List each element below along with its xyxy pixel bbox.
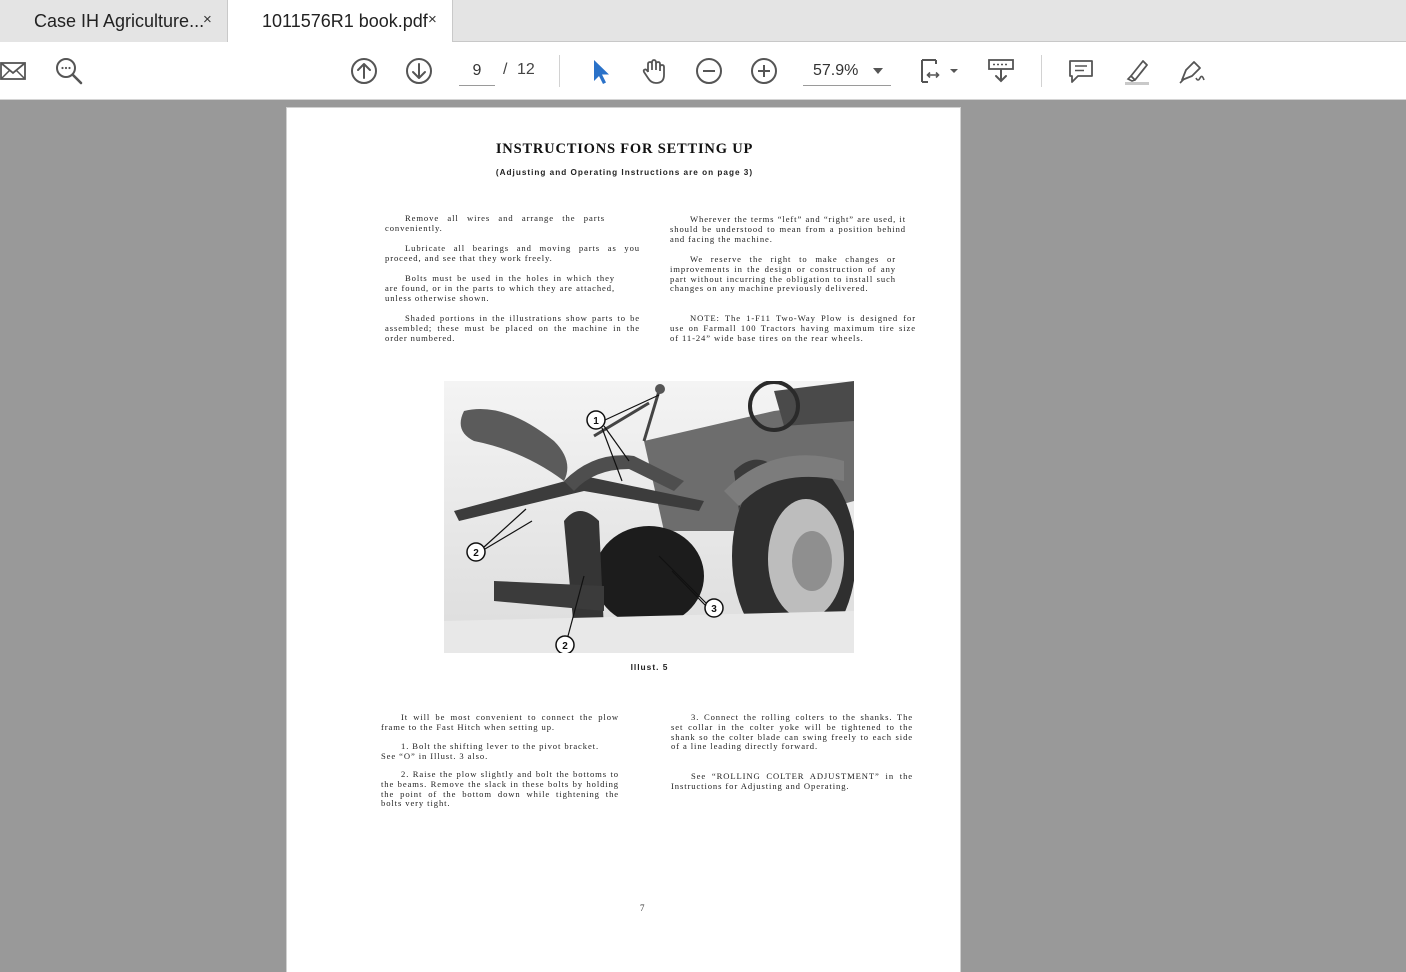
paragraph: See “ROLLING COLTER ADJUSTMENT” in the I… [671,771,913,791]
page-number-input[interactable]: 9 [459,58,495,86]
tab-label: Case IH Agriculture... [34,10,205,31]
page-total: 12 [517,61,535,78]
paragraph: Wherever the terms “left” and “right” ar… [670,214,906,244]
page-separator: / [503,61,508,78]
close-tab-icon[interactable]: × [428,11,437,28]
zoom-out-icon[interactable] [692,54,726,88]
paragraph: Lubricate all bearings and moving parts … [385,243,640,263]
zoom-value: 57.9% [813,62,859,79]
tab-case-ih[interactable]: Case IH Agriculture... × [0,0,228,42]
toolbar-divider [559,55,560,87]
paragraph: Shaded portions in the illustrations sho… [385,313,640,343]
highlight-icon[interactable] [1120,54,1154,88]
svg-text:1: 1 [593,416,599,427]
paragraph: 3. Connect the rolling colters to the sh… [671,712,913,752]
fit-page-icon[interactable] [914,54,962,88]
sign-icon[interactable] [1174,54,1208,88]
pdf-toolbar: 9 / 12 57.9% [0,42,1406,100]
page-number: 7 [640,903,645,913]
toolbar-divider [1041,55,1042,87]
svg-text:2: 2 [473,548,479,559]
tab-label: 1011576R1 book.pdf [262,11,428,31]
mail-icon[interactable] [0,54,30,88]
paragraph: It will be most convenient to connect th… [381,712,619,732]
zoom-in-icon[interactable] [747,54,781,88]
paragraph: We reserve the right to make changes or … [670,254,896,294]
tab-pdf-book[interactable]: 1011576R1 book.pdf × [228,0,453,43]
svg-text:2: 2 [562,641,568,652]
prev-page-icon[interactable] [347,54,381,88]
zoom-select[interactable]: 57.9% [803,58,891,86]
svg-text:3: 3 [711,604,717,615]
page-title: INSTRUCTIONS FOR SETTING UP [495,141,754,157]
search-icon[interactable] [52,54,86,88]
page-subtitle: (Adjusting and Operating Instructions ar… [495,168,754,177]
scroll-mode-icon[interactable] [984,54,1018,88]
illustration-caption: Illust. 5 [630,662,669,672]
comment-icon[interactable] [1064,54,1098,88]
paragraph: Bolts must be used in the holes in which… [385,273,615,303]
next-page-icon[interactable] [402,54,436,88]
paragraph: NOTE: The 1-F11 Two-Way Plow is designed… [670,313,916,343]
paragraph: 1. Bolt the shifting lever to the pivot … [381,741,599,761]
hand-tool-icon[interactable] [637,54,671,88]
tab-bar: Case IH Agriculture... × 1011576R1 book.… [0,0,1406,43]
paragraph: 2. Raise the plow slightly and bolt the … [381,769,619,809]
plow-tractor-photo: 1 2 3 2 [444,381,854,653]
document-page: INSTRUCTIONS FOR SETTING UP (Adjusting a… [286,107,961,972]
paragraph: Remove all wires and arrange the parts c… [385,213,605,233]
select-cursor-icon[interactable] [583,54,617,88]
chevron-down-icon [873,68,883,74]
close-tab-icon[interactable]: × [203,11,212,28]
